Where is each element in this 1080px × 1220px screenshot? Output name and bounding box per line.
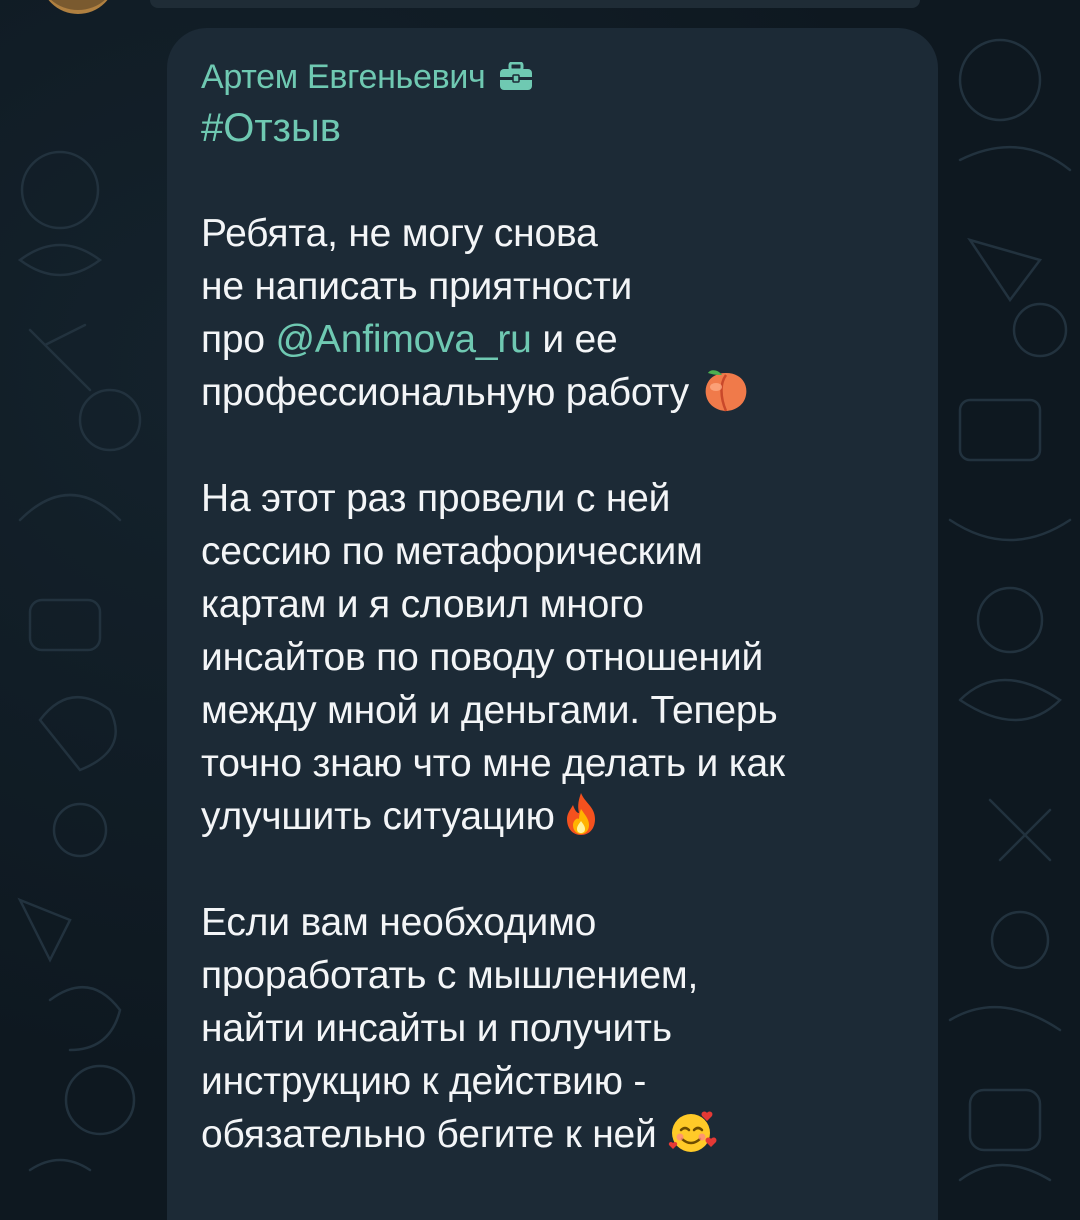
- sender-name[interactable]: Артем Евгеньевич: [201, 58, 486, 97]
- fire-emoji: [555, 791, 607, 837]
- message-line: про @Anfimova_ru и ее: [201, 313, 904, 366]
- message-line: точно знаю что мне делать и как: [201, 742, 785, 785]
- message-line: Ребята, не могу снова: [201, 212, 598, 255]
- message-line: обязательно бегите к ней: [201, 1108, 904, 1161]
- sender-header: Артем Евгеньевич: [201, 52, 904, 102]
- mention-link[interactable]: @Anfimova_ru: [276, 318, 532, 361]
- message-line: На этот раз провели с ней: [201, 477, 671, 520]
- message-text: улучшить ситуацию: [201, 795, 555, 838]
- message-line: найти инсайты и получить: [201, 1007, 672, 1050]
- hashtag-link[interactable]: #Отзыв: [201, 102, 904, 154]
- smiling-face-with-hearts-emoji: [667, 1109, 719, 1155]
- message-line: Если вам необходимо: [201, 901, 597, 944]
- message-paragraph-3: Если вам необходимо проработать с мышлен…: [201, 896, 904, 1161]
- message-line: картам и я словил много: [201, 583, 644, 626]
- message-line: инсайтов по поводу отношений: [201, 636, 764, 679]
- message-text: про: [201, 318, 276, 361]
- message-line: профессиональную работу: [201, 366, 904, 419]
- message-line: улучшить ситуацию: [201, 790, 904, 843]
- briefcase-icon: [499, 61, 533, 92]
- peach-emoji: [700, 367, 752, 413]
- message-bubble[interactable]: Артем Евгеньевич #Отзыв Ребята, не могу …: [167, 28, 938, 1220]
- message-line: сессию по метафорическим: [201, 530, 703, 573]
- message-text: обязательно бегите к ней: [201, 1113, 657, 1156]
- message-paragraph-1: Ребята, не могу снова не написать приятн…: [201, 207, 904, 419]
- chat-background: Артем Евгеньевич #Отзыв Ребята, не могу …: [0, 0, 1080, 1220]
- message-line: не написать приятности: [201, 265, 633, 308]
- message-paragraph-2: На этот раз провели с ней сессию по мета…: [201, 472, 904, 843]
- message-line: между мной и деньгами. Теперь: [201, 689, 778, 732]
- previous-message-edge: [150, 0, 920, 8]
- message-text: профессиональную работу: [201, 371, 689, 414]
- message-line: проработать с мышлением,: [201, 954, 699, 997]
- message-text: и ее: [531, 318, 618, 361]
- message-line: инструкцию к действию -: [201, 1060, 647, 1103]
